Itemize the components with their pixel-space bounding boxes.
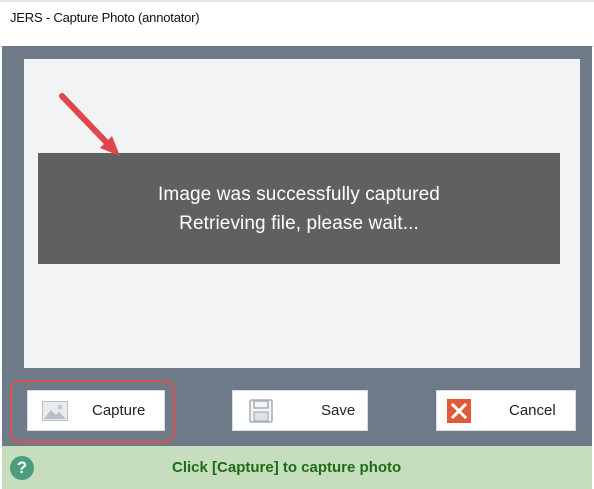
save-button-label: Save (321, 402, 356, 419)
message-line-1: Image was successfully captured (158, 183, 440, 205)
capture-photo-window: JERS - Capture Photo (annotator) Image w… (0, 0, 594, 489)
message-line-2: Retrieving file, please wait... (179, 212, 419, 234)
floppy-disk-icon (249, 399, 273, 427)
title-bar-edge (0, 0, 594, 2)
window-title: JERS - Capture Photo (annotator) (10, 10, 200, 25)
capture-button[interactable]: Capture (27, 390, 165, 431)
help-icon[interactable]: ? (10, 456, 34, 480)
close-icon (447, 399, 471, 427)
status-message-overlay: Image was successfully captured Retrievi… (38, 153, 560, 264)
status-text: Click [Capture] to capture photo (172, 459, 402, 476)
capture-button-label: Capture (92, 402, 146, 419)
image-icon (42, 401, 68, 425)
annotation-arrow-icon (59, 93, 120, 156)
cancel-button-label: Cancel (509, 402, 556, 419)
cancel-button[interactable]: Cancel (436, 390, 576, 431)
save-button[interactable]: Save (232, 390, 368, 431)
status-bar: ? Click [Capture] to capture photo (2, 446, 592, 489)
title-bar: JERS - Capture Photo (annotator) (0, 0, 594, 47)
